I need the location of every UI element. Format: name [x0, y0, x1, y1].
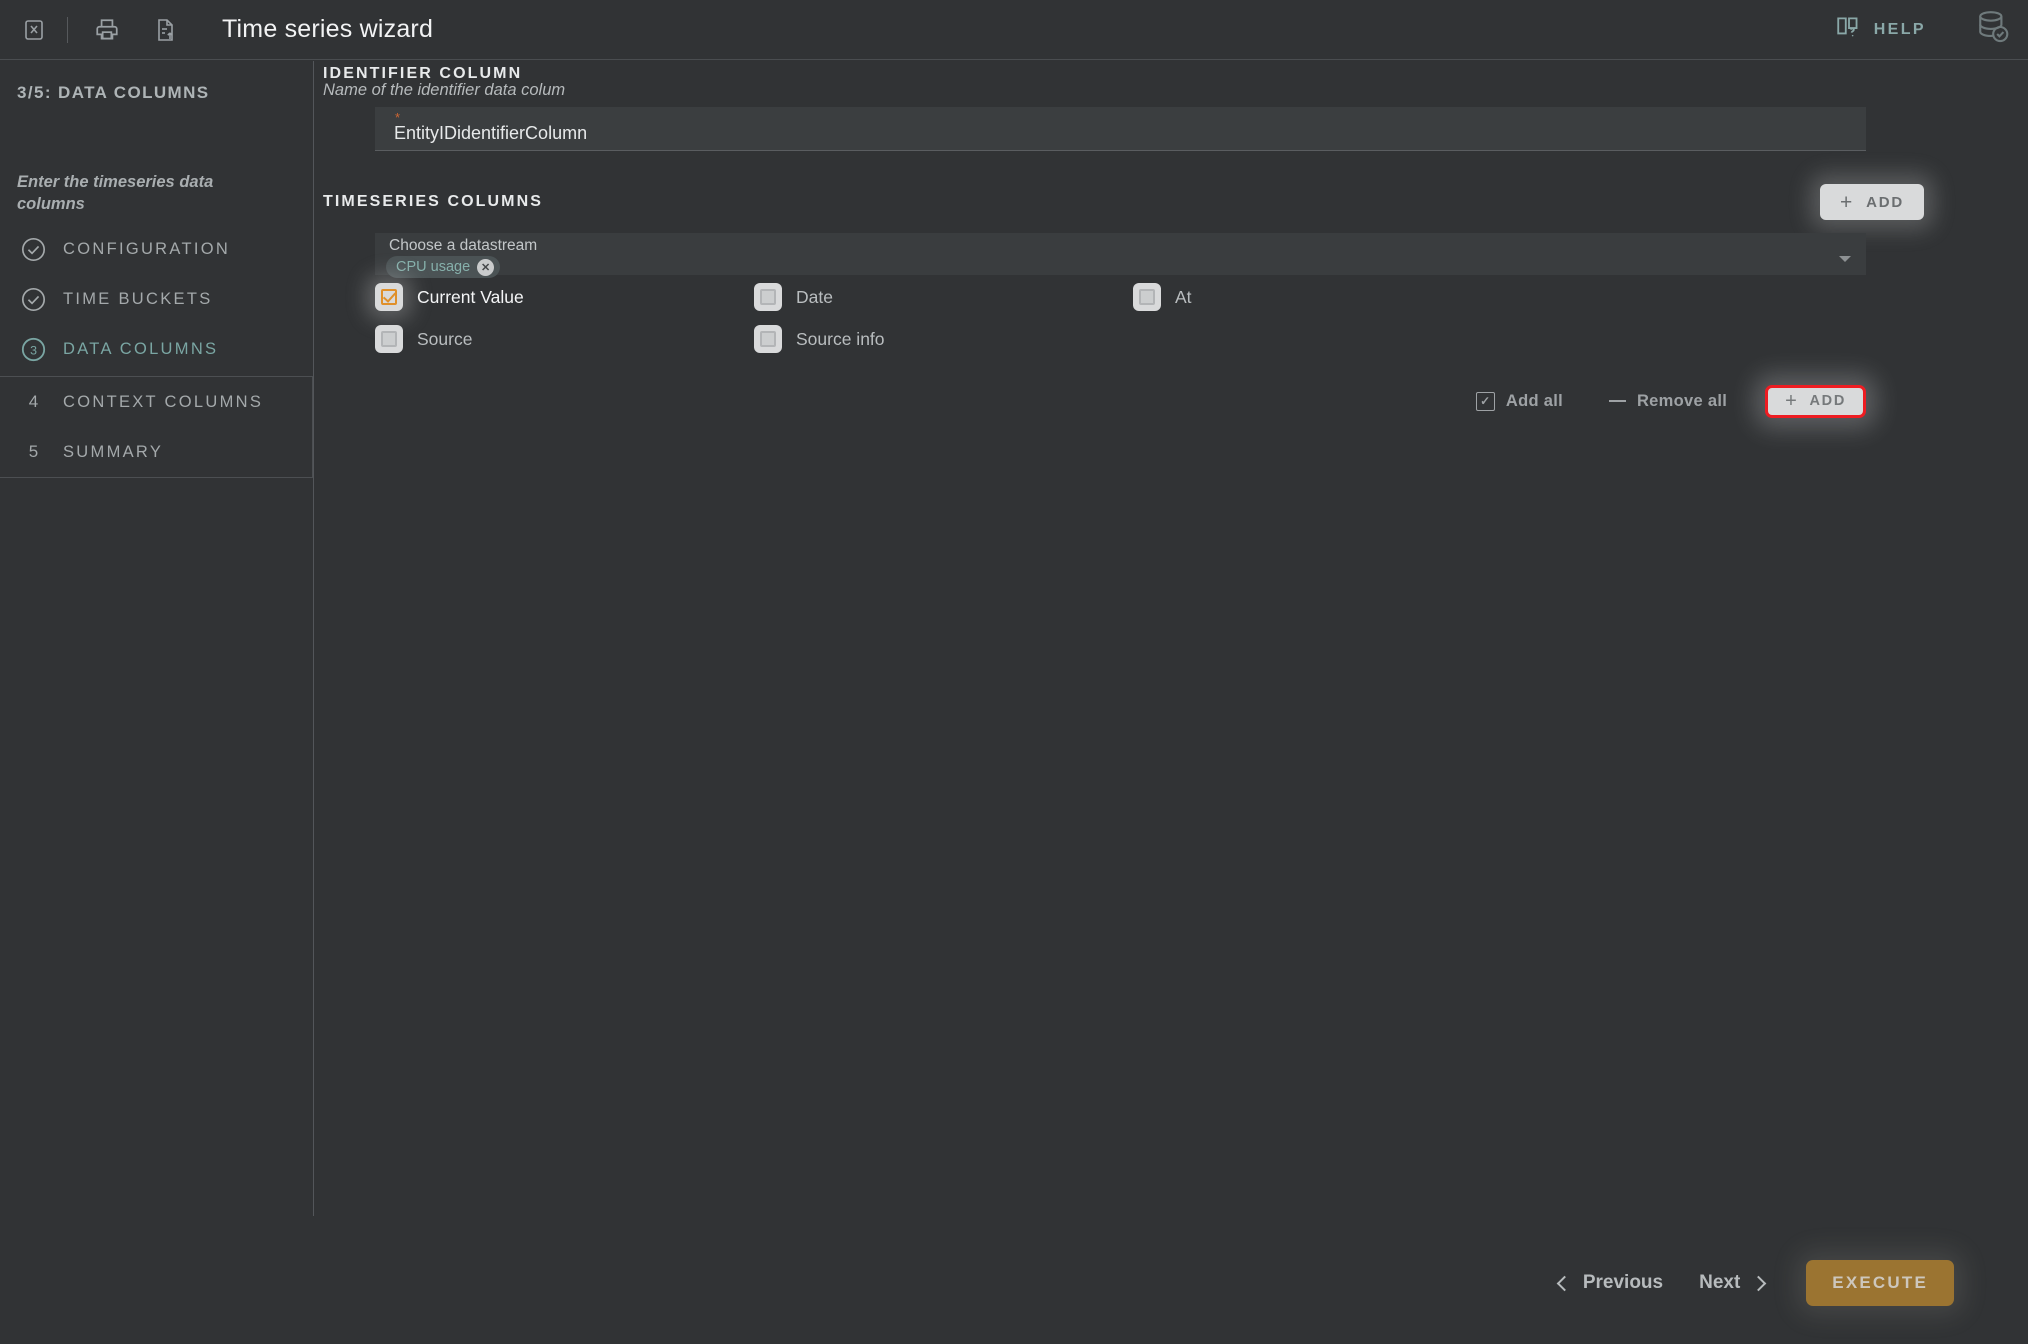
step-number: 4: [20, 389, 47, 416]
execute-button[interactable]: EXECUTE: [1806, 1260, 1954, 1306]
sidebar-item-label: SUMMARY: [63, 442, 164, 461]
printer-icon[interactable]: [90, 13, 124, 47]
checkbox-at[interactable]: At: [1133, 283, 1512, 311]
toolbar-divider: [67, 16, 68, 43]
document-upload-icon[interactable]: [148, 13, 182, 47]
checkbox-empty-icon: [754, 325, 782, 353]
checkbox-empty-icon: [375, 325, 403, 353]
checkbox-source[interactable]: Source: [375, 325, 754, 353]
timeseries-columns-label: TIMESERIES COLUMNS: [323, 193, 544, 210]
help-label: HELP: [1873, 20, 1926, 38]
checkbox-label: Current Value: [417, 286, 524, 307]
checkbox-label: Date: [796, 286, 833, 307]
sidebar-step-description: Enter the timeseries data columns: [17, 173, 214, 214]
chevron-right-icon: [1751, 1275, 1767, 1291]
chip-close-icon[interactable]: ✕: [477, 258, 495, 276]
add-all-button[interactable]: ✓ Add all: [1475, 391, 1563, 411]
add-all-label: Add all: [1505, 391, 1563, 410]
check-circle-icon: [20, 236, 47, 263]
sidebar-item-label: CONTEXT COLUMNS: [63, 392, 264, 411]
checkbox-current-value[interactable]: Current Value: [375, 283, 754, 311]
wizard-sidebar: 3/5: DATA COLUMNS Enter the timeseries d…: [0, 61, 314, 1216]
svg-text:3: 3: [30, 343, 37, 357]
plus-icon: +: [1785, 390, 1799, 412]
plus-icon: +: [1840, 190, 1855, 214]
sidebar-item-data-columns[interactable]: 3 DATA COLUMNS: [0, 324, 314, 374]
add-datastream-button-bottom[interactable]: + ADD: [1765, 384, 1866, 418]
next-label: Next: [1699, 1272, 1741, 1293]
remove-all-label: Remove all: [1636, 391, 1728, 410]
checkbox-check-icon: ✓: [1475, 391, 1495, 411]
checkbox-check-icon: [375, 283, 403, 311]
number-circle-icon: 3: [20, 336, 47, 363]
wizard-footer: Previous Next EXECUTE: [0, 1222, 2028, 1344]
checkbox-source-info[interactable]: Source info: [754, 325, 1133, 353]
datastream-action-row: ✓ Add all Remove all + ADD: [375, 381, 1866, 421]
check-circle-icon: [20, 286, 47, 313]
chevron-left-icon: [1556, 1275, 1573, 1291]
sidebar-item-label: TIME BUCKETS: [63, 289, 213, 308]
sidebar-step-title: 3/5: DATA COLUMNS: [17, 83, 210, 102]
add-datastream-button-top[interactable]: + ADD: [1820, 184, 1924, 220]
checkbox-label: At: [1175, 286, 1192, 307]
step-number-label: 4: [28, 392, 39, 411]
identifier-column-input[interactable]: * EntityIDidentifierColumn: [375, 107, 1866, 151]
checkbox-date[interactable]: Date: [754, 283, 1133, 311]
datastream-selector[interactable]: Choose a datastream CPU usage ✕: [375, 233, 1866, 278]
add-button-label: ADD: [1809, 393, 1846, 409]
sidebar-item-label: DATA COLUMNS: [63, 339, 219, 358]
page-title: Time series wizard: [222, 15, 434, 43]
sidebar-item-context-columns[interactable]: 4 CONTEXT COLUMNS: [0, 377, 312, 427]
minus-icon: [1608, 400, 1626, 402]
add-button-label: ADD: [1866, 193, 1904, 211]
close-x-icon[interactable]: [17, 13, 51, 47]
help-button[interactable]: HELP: [1835, 14, 1926, 45]
main-content: IDENTIFIER COLUMN Name of the identifier…: [314, 61, 2028, 1344]
wizard-step-list: CONFIGURATION TIME BUCKETS 3 DATA COLUMN…: [0, 224, 314, 478]
datastream-label: Choose a datastream: [389, 237, 538, 254]
timeseries-column-checkbox-grid: Current Value Date At Source Source info: [375, 283, 1866, 353]
sidebar-item-time-buckets[interactable]: TIME BUCKETS: [0, 274, 314, 324]
chevron-down-icon[interactable]: [1839, 256, 1851, 262]
step-number-label: 5: [28, 442, 39, 461]
titlebar-right-group: HELP: [1835, 7, 2028, 52]
next-button[interactable]: Next: [1699, 1272, 1767, 1294]
sidebar-item-label: CONFIGURATION: [63, 239, 231, 258]
database-check-icon[interactable]: [1972, 7, 2012, 52]
checkbox-empty-icon: [1133, 283, 1161, 311]
identifier-column-hint: Name of the identifier data colum: [323, 81, 566, 99]
checkbox-empty-icon: [754, 283, 782, 311]
datastream-chip-label: CPU usage: [396, 259, 471, 275]
sidebar-item-summary[interactable]: 5 SUMMARY: [0, 427, 312, 477]
wizard-pending-steps: 4 CONTEXT COLUMNS 5 SUMMARY: [0, 376, 313, 478]
checkbox-label: Source info: [796, 328, 885, 349]
remove-all-button[interactable]: Remove all: [1608, 391, 1728, 411]
previous-label: Previous: [1582, 1272, 1664, 1293]
datastream-chip[interactable]: CPU usage ✕: [386, 256, 501, 278]
step-number: 5: [20, 439, 47, 466]
book-question-icon: [1835, 14, 1863, 45]
previous-button[interactable]: Previous: [1556, 1272, 1664, 1294]
identifier-column-value: EntityIDidentifierColumn: [394, 123, 588, 143]
title-bar: Time series wizard HELP: [0, 0, 2028, 60]
sidebar-item-configuration[interactable]: CONFIGURATION: [0, 224, 314, 274]
checkbox-label: Source: [417, 328, 473, 349]
